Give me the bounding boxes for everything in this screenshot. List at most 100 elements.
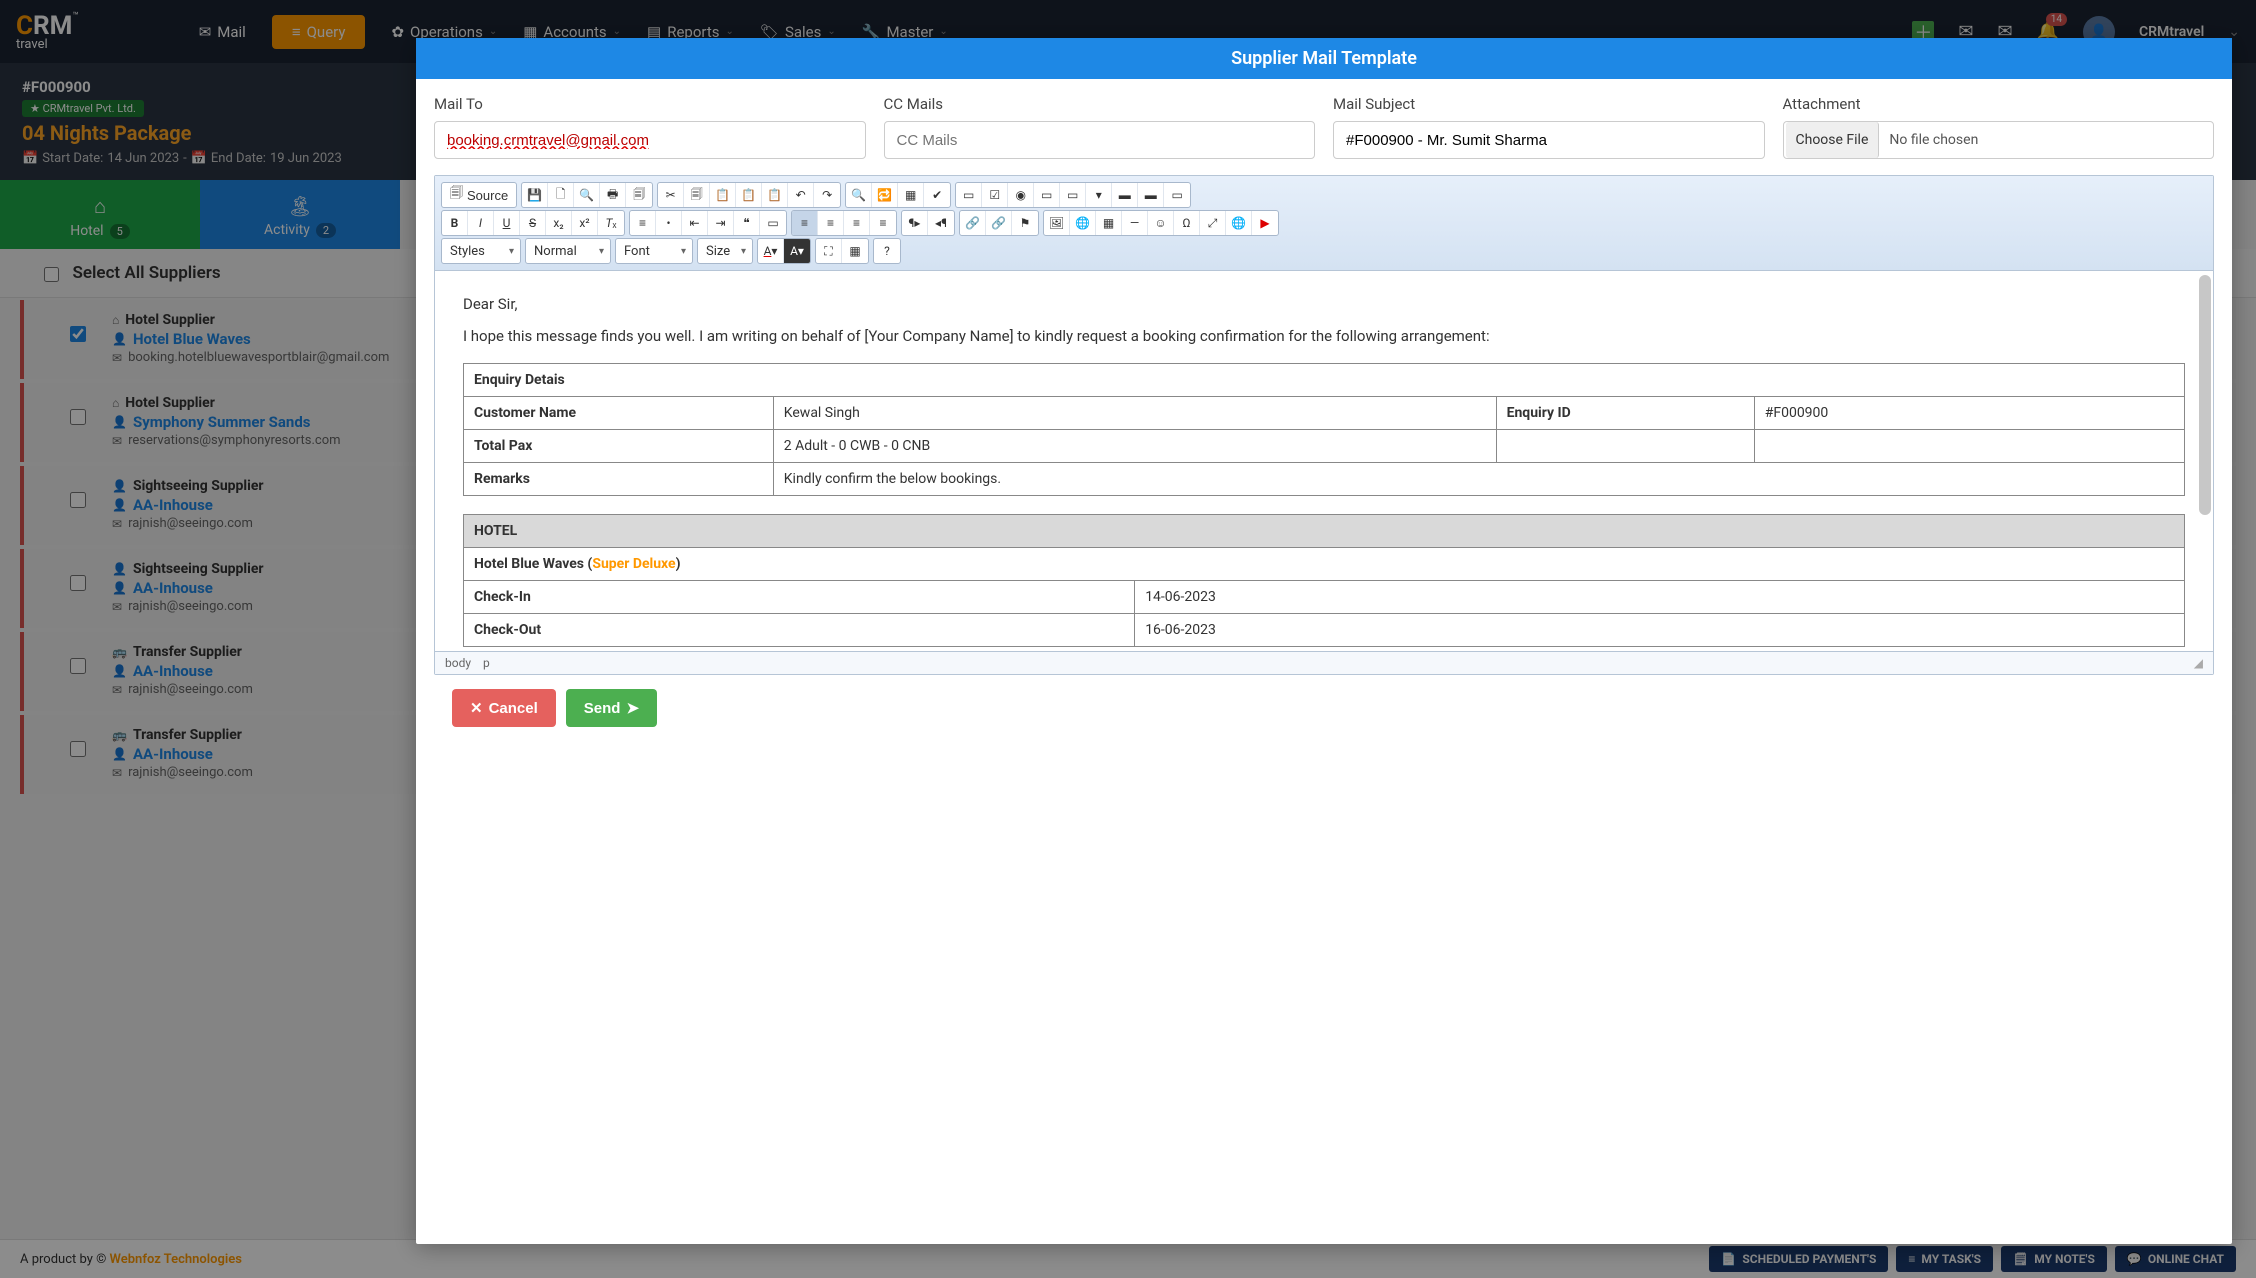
textarea-icon[interactable]: ▭ — [1060, 183, 1086, 207]
align-center-icon[interactable]: ≡ — [818, 211, 844, 235]
modal-body: Mail To CC Mails Mail Subject Attachment… — [416, 79, 2232, 1244]
mail-to-input[interactable] — [434, 121, 866, 159]
font-select[interactable]: Font — [615, 238, 693, 264]
youtube-icon[interactable]: ▶ — [1252, 211, 1278, 235]
choose-file-button[interactable]: Choose File — [1786, 122, 1880, 158]
radio-icon[interactable]: ◉ — [1008, 183, 1034, 207]
paste-text-icon[interactable]: 📋 — [736, 183, 762, 207]
specialchar-icon[interactable]: Ω — [1174, 211, 1200, 235]
styles-select[interactable]: Styles — [441, 238, 521, 264]
ltr-icon[interactable]: ¶▸ — [902, 211, 928, 235]
attachment-label: Attachment — [1783, 95, 2215, 113]
editor-content[interactable]: Dear Sir, I hope this message finds you … — [435, 271, 2213, 651]
italic-icon[interactable]: I — [468, 211, 494, 235]
table-icon[interactable]: ▦ — [1096, 211, 1122, 235]
status-p[interactable]: p — [483, 656, 490, 670]
div-icon[interactable]: ▭ — [760, 211, 786, 235]
mail-to-label: Mail To — [434, 95, 866, 113]
paste-word-icon[interactable]: 📋 — [762, 183, 788, 207]
hotel-table: HOTEL Hotel Blue Waves (Super Deluxe) Ch… — [463, 514, 2185, 647]
remarks-label: Remarks — [464, 463, 774, 496]
hotel-header: HOTEL — [464, 515, 2185, 548]
form-icon[interactable]: ▭ — [956, 183, 982, 207]
greeting: Dear Sir, — [463, 295, 2185, 313]
outdent-icon[interactable]: ⇤ — [682, 211, 708, 235]
checkout-label: Check-Out — [464, 614, 1135, 647]
cancel-button[interactable]: ✕Cancel — [452, 689, 556, 727]
spellcheck-icon[interactable]: ✔ — [924, 183, 950, 207]
cc-input[interactable] — [884, 121, 1316, 159]
maximize-icon[interactable]: ⛶ — [816, 239, 842, 263]
align-justify-icon[interactable]: ≡ — [870, 211, 896, 235]
smiley-icon[interactable]: ☺ — [1148, 211, 1174, 235]
superscript-icon[interactable]: x² — [572, 211, 598, 235]
send-button[interactable]: Send➤ — [566, 689, 657, 727]
bold-icon[interactable]: B — [442, 211, 468, 235]
scrollbar[interactable] — [2199, 275, 2211, 515]
anchor-icon[interactable]: ⚑ — [1012, 211, 1038, 235]
file-chosen-text: No file chosen — [1881, 132, 1986, 148]
align-right-icon[interactable]: ≡ — [844, 211, 870, 235]
unlink-icon[interactable]: 🔗 — [986, 211, 1012, 235]
customer-name-label: Customer Name — [464, 397, 774, 430]
replace-icon[interactable]: 🔁 — [872, 183, 898, 207]
checkin-label: Check-In — [464, 581, 1135, 614]
copy-icon[interactable]: 🗐 — [684, 183, 710, 207]
source-button[interactable]: 🗐 Source — [442, 183, 516, 207]
indent-icon[interactable]: ⇥ — [708, 211, 734, 235]
bulletlist-icon[interactable]: • — [656, 211, 682, 235]
resize-handle[interactable]: ◢ — [2194, 656, 2203, 670]
link-icon[interactable]: 🔗 — [960, 211, 986, 235]
subject-input[interactable] — [1333, 121, 1765, 159]
about-icon[interactable]: ? — [874, 239, 900, 263]
find-icon[interactable]: 🔍 — [846, 183, 872, 207]
textfield-icon[interactable]: ▭ — [1034, 183, 1060, 207]
iframe-icon[interactable]: 🌐 — [1226, 211, 1252, 235]
bgcolor-icon[interactable]: A▾ — [784, 239, 810, 263]
format-select[interactable]: Normal — [525, 238, 611, 264]
status-body[interactable]: body — [445, 656, 471, 670]
paste-icon[interactable]: 📋 — [710, 183, 736, 207]
pagebreak-icon[interactable]: ⤢ — [1200, 211, 1226, 235]
checkin-value: 14-06-2023 — [1135, 581, 2185, 614]
button-icon[interactable]: ▬ — [1112, 183, 1138, 207]
showblocks-icon[interactable]: ▦ — [842, 239, 868, 263]
undo-icon[interactable]: ↶ — [788, 183, 814, 207]
modal-title: Supplier Mail Template — [416, 38, 2232, 79]
size-select[interactable]: Size — [697, 238, 753, 264]
cut-icon[interactable]: ✂ — [658, 183, 684, 207]
blockquote-icon[interactable]: ❝ — [734, 211, 760, 235]
enquiry-id-value: #F000900 — [1754, 397, 2184, 430]
strike-icon[interactable]: S — [520, 211, 546, 235]
total-pax-value: 2 Adult - 0 CWB - 0 CNB — [773, 430, 1496, 463]
underline-icon[interactable]: U — [494, 211, 520, 235]
subject-label: Mail Subject — [1333, 95, 1765, 113]
newpage-icon[interactable]: 🗋 — [548, 183, 574, 207]
print-icon[interactable]: 🖶 — [600, 183, 626, 207]
preview-icon[interactable]: 🔍 — [574, 183, 600, 207]
subscript-icon[interactable]: x₂ — [546, 211, 572, 235]
hidden-icon[interactable]: ▭ — [1164, 183, 1190, 207]
redo-icon[interactable]: ↷ — [814, 183, 840, 207]
hr-icon[interactable]: — — [1122, 211, 1148, 235]
hotel-name-row: Hotel Blue Waves (Super Deluxe) — [464, 548, 2185, 581]
checkbox-icon[interactable]: ☑ — [982, 183, 1008, 207]
rtl-icon[interactable]: ◂¶ — [928, 211, 954, 235]
templates-icon[interactable]: 🗐 — [626, 183, 652, 207]
select-icon[interactable]: ▾ — [1086, 183, 1112, 207]
mail-modal: Supplier Mail Template Mail To CC Mails … — [416, 38, 2232, 1244]
imagebutton-icon[interactable]: ▬ — [1138, 183, 1164, 207]
textcolor-icon[interactable]: A▾ — [758, 239, 784, 263]
checkout-value: 16-06-2023 — [1135, 614, 2185, 647]
send-icon: ➤ — [626, 699, 639, 717]
enquiry-id-label: Enquiry ID — [1496, 397, 1754, 430]
enquiry-table: Enquiry Detais Customer Name Kewal Singh… — [463, 363, 2185, 496]
save-icon[interactable]: 💾 — [522, 183, 548, 207]
removeformat-icon[interactable]: Tₓ — [598, 211, 624, 235]
image-icon[interactable]: 🖼 — [1044, 211, 1070, 235]
align-left-icon[interactable]: ≡ — [792, 211, 818, 235]
numberlist-icon[interactable]: ≡ — [630, 211, 656, 235]
selectall-icon[interactable]: ▦ — [898, 183, 924, 207]
editor-toolbar: 🗐 Source 💾 🗋 🔍 🖶 🗐 ✂ 🗐 📋 📋 📋 — [435, 176, 2213, 271]
flash-icon[interactable]: 🌐 — [1070, 211, 1096, 235]
